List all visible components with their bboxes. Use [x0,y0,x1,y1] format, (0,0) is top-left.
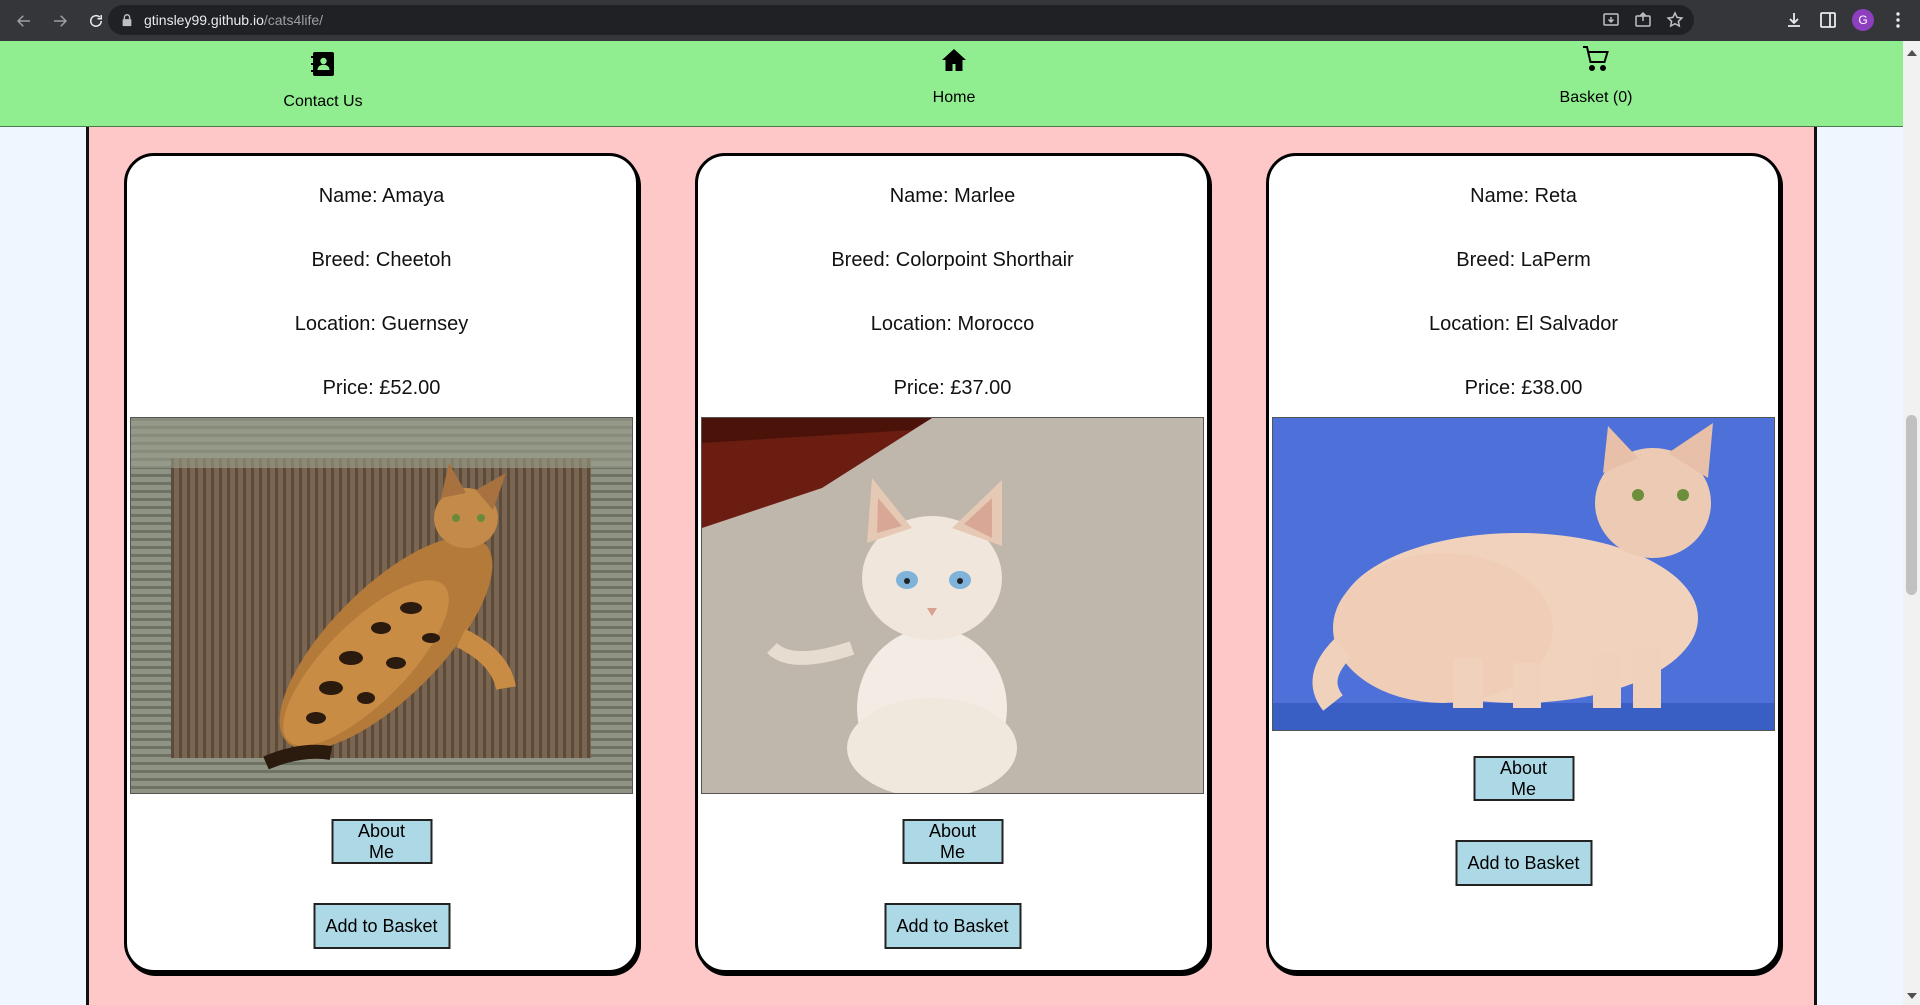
site-navbar: Contact Us Home Basket (0) [0,41,1903,127]
cat-card: Name: Reta Breed: LaPerm Location: El Sa… [1266,153,1781,973]
cat-photo [1272,417,1775,731]
cat-location: Location: El Salvador [1428,313,1618,335]
nav-basket[interactable]: Basket (0) [1476,41,1716,107]
url-text: gtinsley99.github.io/cats4life/ [144,12,323,28]
about-me-button[interactable]: About Me [1473,756,1574,801]
scroll-up-arrow-icon[interactable] [1907,50,1917,56]
cats-grid: Name: Amaya Breed: Cheetoh Location: Gue… [86,127,1817,1005]
contact-book-icon [311,52,334,76]
scroll-down-arrow-icon[interactable] [1907,993,1917,999]
cat-location: Location: Morocco [870,313,1035,335]
cat-card: Name: Marlee Breed: Colorpoint Shorthair… [695,153,1210,973]
cat-name: Name: Amaya [318,185,445,207]
cat-price: Price: £52.00 [322,377,441,399]
cat-card: Name: Amaya Breed: Cheetoh Location: Gue… [124,153,639,973]
page-scrollbar[interactable] [1903,41,1920,1005]
share-icon[interactable] [1634,11,1652,29]
cat-name: Name: Marlee [889,185,1016,207]
cat-breed: Breed: Colorpoint Shorthair [831,249,1074,271]
add-to-basket-button[interactable]: Add to Basket [884,903,1021,949]
about-me-button[interactable]: About Me [902,819,1003,864]
cat-name: Name: Reta [1470,185,1577,207]
install-app-icon[interactable] [1602,11,1620,29]
download-icon[interactable] [1784,10,1804,30]
more-menu-icon[interactable] [1888,10,1908,30]
url-host: gtinsley99.github.io [144,12,264,28]
nav-home[interactable]: Home [834,41,1074,107]
add-to-basket-button[interactable]: Add to Basket [1455,840,1592,886]
back-icon[interactable] [8,5,40,37]
address-bar[interactable]: gtinsley99.github.io/cats4life/ [108,5,1694,35]
cat-photo [130,417,633,794]
scroll-thumb[interactable] [1906,415,1917,595]
forward-icon[interactable] [44,5,76,37]
lock-icon[interactable] [120,13,134,27]
nav-contact-us[interactable]: Contact Us [203,41,443,111]
cat-breed: Breed: LaPerm [1456,249,1591,271]
bookmark-star-icon[interactable] [1666,11,1684,29]
nav-basket-label: Basket (0) [1559,89,1633,106]
side-panel-icon[interactable] [1818,10,1838,30]
cat-location: Location: Guernsey [294,313,469,335]
add-to-basket-button[interactable]: Add to Basket [313,903,450,949]
nav-home-label: Home [932,89,976,106]
cat-price: Price: £38.00 [1464,377,1583,399]
cat-breed: Breed: Cheetoh [311,249,452,271]
url-path: /cats4life/ [263,12,324,28]
browser-toolbar: gtinsley99.github.io/cats4life/ G [0,0,1920,41]
profile-avatar[interactable]: G [1852,9,1874,31]
cat-price: Price: £37.00 [893,377,1012,399]
cart-icon [1583,46,1609,71]
nav-contact-label: Contact Us [283,93,363,110]
home-icon [942,49,966,71]
about-me-button[interactable]: About Me [331,819,432,864]
cat-photo [701,417,1204,794]
